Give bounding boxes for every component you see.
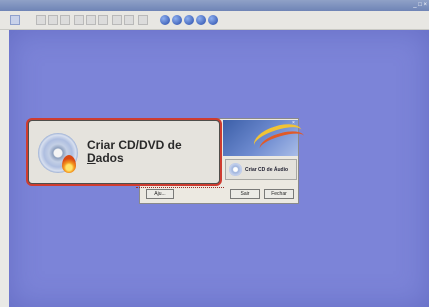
globe-icon[interactable] — [172, 15, 182, 25]
undo-icon[interactable] — [98, 15, 108, 25]
paste-icon[interactable] — [86, 15, 96, 25]
window-controls[interactable]: _ □ × — [413, 1, 427, 9]
dialog-banner: × — [223, 118, 307, 158]
globe-icon[interactable] — [160, 15, 170, 25]
cut-icon[interactable] — [60, 15, 70, 25]
help-button[interactable]: Aju... — [146, 189, 174, 199]
focus-indicator — [136, 180, 224, 188]
properties-icon[interactable] — [124, 15, 134, 25]
info-icon[interactable] — [196, 15, 206, 25]
close-button[interactable]: Fechar — [264, 189, 294, 199]
title-bar: _ □ × — [0, 0, 429, 11]
app-icon[interactable] — [10, 15, 20, 25]
view-icon[interactable] — [138, 15, 148, 25]
create-audio-cd-button[interactable]: Criar CD de Áudio — [225, 159, 297, 180]
help-icon[interactable] — [208, 15, 218, 25]
globe-icon[interactable] — [184, 15, 194, 25]
create-data-cd-dvd-label: Criar CD/DVD de Dados — [87, 139, 182, 165]
redo-icon[interactable] — [112, 15, 122, 25]
label-line-1: Criar CD/DVD de — [87, 138, 182, 152]
label-mnemonic: D — [87, 151, 96, 165]
save-icon[interactable] — [36, 15, 46, 25]
toolbar — [0, 11, 429, 30]
exit-button[interactable]: Sair — [230, 189, 260, 199]
screen: _ □ × × Criar CD de Áudio Aju... Sair Fe… — [0, 0, 429, 307]
create-data-cd-dvd-inner: Criar CD/DVD de Dados — [28, 120, 220, 184]
copy-icon[interactable] — [74, 15, 84, 25]
create-audio-cd-label: Criar CD de Áudio — [245, 167, 289, 173]
audio-disc-icon — [229, 163, 242, 176]
label-line-2: ados — [95, 151, 124, 165]
flame-icon — [62, 155, 76, 173]
create-data-cd-dvd-button[interactable]: Criar CD/DVD de Dados — [26, 118, 222, 186]
close-icon[interactable]: × — [291, 121, 296, 126]
close-icon[interactable] — [48, 15, 58, 25]
